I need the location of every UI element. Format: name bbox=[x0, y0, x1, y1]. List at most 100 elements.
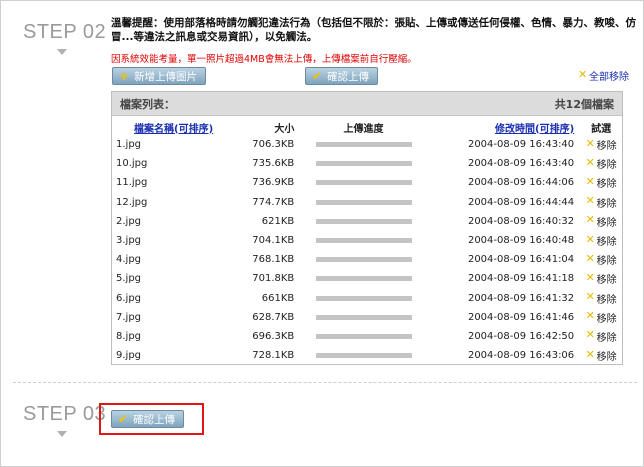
upload-progress-bar bbox=[315, 199, 412, 205]
file-row: 12.jpg 774.7KB 2004-08-09 16:44:44 移除 bbox=[112, 193, 622, 212]
delete-all-link[interactable]: 全部移除 bbox=[578, 68, 629, 84]
file-modified-time: 2004-08-09 16:42:50 bbox=[467, 330, 575, 342]
remove-file-label: 移除 bbox=[596, 256, 617, 268]
file-list-columns: 檔案名稱(可排序) 大小 上傳進度 修改時間(可排序) 試選 bbox=[112, 119, 622, 135]
step-02-arrow-icon bbox=[57, 49, 67, 55]
file-modified-time: 2004-08-09 16:40:48 bbox=[467, 235, 575, 247]
remove-file-link[interactable]: 移除 bbox=[580, 175, 622, 191]
delete-x-icon bbox=[578, 68, 588, 81]
file-name: 7.jpg bbox=[116, 311, 142, 323]
file-row: 10.jpg 735.6KB 2004-08-09 16:43:40 移除 bbox=[112, 154, 622, 173]
file-name: 8.jpg bbox=[116, 330, 142, 342]
confirm-upload-label-top: 確認上傳 bbox=[327, 70, 370, 83]
delete-x-icon bbox=[586, 156, 596, 169]
file-size: 706.3KB bbox=[252, 139, 295, 151]
column-delete: 試選 bbox=[591, 123, 612, 135]
upload-page-frame: STEP 02 溫馨提醒：使用部落格時請勿觸犯違法行為（包括但不限於：張貼、上傳… bbox=[0, 0, 644, 467]
delete-all-label: 全部移除 bbox=[589, 72, 629, 83]
upload-progress-bar bbox=[315, 218, 412, 224]
step-02-label: STEP 02 bbox=[23, 21, 107, 43]
upload-progress-bar bbox=[315, 161, 412, 167]
remove-file-link[interactable]: 移除 bbox=[580, 290, 622, 306]
remove-file-label: 移除 bbox=[596, 217, 617, 229]
remove-file-label: 移除 bbox=[596, 237, 617, 249]
remove-file-link[interactable]: 移除 bbox=[580, 213, 622, 229]
upload-progress-bar bbox=[315, 142, 412, 148]
file-row: 4.jpg 768.1KB 2004-08-09 16:41:04 移除 bbox=[112, 250, 622, 269]
size-limit-note: 因系統效能考量，單一照片超過4MB會無法上傳，上傳檔案前自行壓縮。 bbox=[111, 54, 417, 65]
remove-file-label: 移除 bbox=[596, 294, 617, 306]
step-03-arrow-icon bbox=[57, 431, 67, 437]
remove-file-link[interactable]: 移除 bbox=[580, 233, 622, 249]
file-size: 628.7KB bbox=[252, 311, 295, 323]
file-size: 736.9KB bbox=[252, 177, 295, 189]
remove-file-link[interactable]: 移除 bbox=[580, 328, 622, 344]
column-name-sort-link[interactable]: 檔案名稱(可排序) bbox=[134, 124, 213, 135]
add-upload-image-button[interactable]: + 新增上傳圖片 bbox=[112, 67, 207, 85]
remove-file-label: 移除 bbox=[596, 275, 617, 287]
step-03-label: STEP 03 bbox=[23, 403, 107, 425]
upload-progress-bar bbox=[315, 295, 412, 301]
delete-x-icon bbox=[586, 271, 596, 284]
file-row: 5.jpg 701.8KB 2004-08-09 16:41:18 移除 bbox=[112, 269, 622, 288]
confirm-upload-button-top[interactable]: ✔ 確認上傳 bbox=[305, 67, 379, 85]
add-upload-image-label: 新增上傳圖片 bbox=[134, 70, 198, 83]
remove-file-link[interactable]: 移除 bbox=[580, 252, 622, 268]
file-size: 661KB bbox=[261, 292, 295, 304]
remove-file-link[interactable]: 移除 bbox=[580, 271, 622, 287]
file-modified-time: 2004-08-09 16:44:44 bbox=[467, 196, 575, 208]
file-size: 701.8KB bbox=[252, 273, 295, 285]
column-time-sort-link[interactable]: 修改時間(可排序) bbox=[495, 124, 574, 135]
file-row: 8.jpg 696.3KB 2004-08-09 16:42:50 移除 bbox=[112, 327, 622, 346]
remove-file-link[interactable]: 移除 bbox=[580, 137, 622, 153]
file-name: 5.jpg bbox=[116, 273, 142, 285]
check-icon: ✔ bbox=[312, 69, 323, 83]
file-row: 6.jpg 661KB 2004-08-09 16:41:32 移除 bbox=[112, 289, 622, 308]
file-size: 696.3KB bbox=[252, 330, 295, 342]
delete-x-icon bbox=[586, 213, 596, 226]
remove-file-label: 移除 bbox=[596, 313, 617, 325]
delete-x-icon bbox=[586, 194, 596, 207]
file-modified-time: 2004-08-09 16:41:32 bbox=[467, 292, 575, 304]
remove-file-link[interactable]: 移除 bbox=[580, 194, 622, 210]
remove-file-link[interactable]: 移除 bbox=[580, 309, 622, 325]
file-name: 1.jpg bbox=[116, 139, 142, 151]
remove-file-label: 移除 bbox=[596, 179, 617, 191]
file-size: 735.6KB bbox=[252, 158, 295, 170]
remove-file-label: 移除 bbox=[596, 332, 617, 344]
file-list-title: 檔案列表： bbox=[120, 97, 175, 111]
upload-progress-bar bbox=[315, 333, 412, 339]
file-size: 768.1KB bbox=[252, 254, 295, 266]
delete-x-icon bbox=[586, 175, 596, 188]
file-name: 3.jpg bbox=[116, 235, 142, 247]
file-name: 9.jpg bbox=[116, 350, 142, 362]
column-progress: 上傳進度 bbox=[343, 123, 384, 135]
file-modified-time: 2004-08-09 16:41:46 bbox=[467, 311, 575, 323]
file-size: 728.1KB bbox=[252, 350, 295, 362]
confirm-upload-button-bottom[interactable]: ✔ 確認上傳 bbox=[111, 410, 185, 428]
file-count: 共12個檔案 bbox=[554, 97, 614, 111]
file-size: 704.1KB bbox=[252, 235, 295, 247]
remove-file-link[interactable]: 移除 bbox=[580, 348, 622, 364]
file-modified-time: 2004-08-09 16:43:06 bbox=[467, 350, 575, 362]
file-name: 4.jpg bbox=[116, 254, 142, 266]
remove-file-label: 移除 bbox=[596, 198, 617, 210]
file-size: 774.7KB bbox=[252, 196, 295, 208]
upload-progress-bar bbox=[315, 314, 412, 320]
remove-file-link[interactable]: 移除 bbox=[580, 156, 622, 172]
delete-x-icon bbox=[586, 328, 596, 341]
delete-x-icon bbox=[586, 348, 596, 361]
delete-x-icon bbox=[586, 252, 596, 265]
check-icon: ✔ bbox=[118, 412, 129, 426]
file-row: 7.jpg 628.7KB 2004-08-09 16:41:46 移除 bbox=[112, 308, 622, 327]
upload-progress-bar bbox=[315, 238, 412, 244]
upload-progress-bar bbox=[315, 353, 412, 359]
file-list-panel: 檔案列表： 共12個檔案 檔案名稱(可排序) 大小 上傳進度 修改時間(可排序)… bbox=[111, 91, 623, 365]
file-list-rows: 1.jpg 706.3KB 2004-08-09 16:43:40 移除 10.jpg 7… bbox=[112, 135, 622, 365]
file-name: 11.jpg bbox=[116, 177, 148, 189]
file-row: 2.jpg 621KB 2004-08-09 16:40:32 移除 bbox=[112, 212, 622, 231]
file-row: 3.jpg 704.1KB 2004-08-09 16:40:48 移除 bbox=[112, 231, 622, 250]
file-row: 11.jpg 736.9KB 2004-08-09 16:44:06 移除 bbox=[112, 173, 622, 192]
section-divider bbox=[13, 382, 637, 383]
file-list-header: 檔案列表： 共12個檔案 bbox=[112, 92, 622, 116]
